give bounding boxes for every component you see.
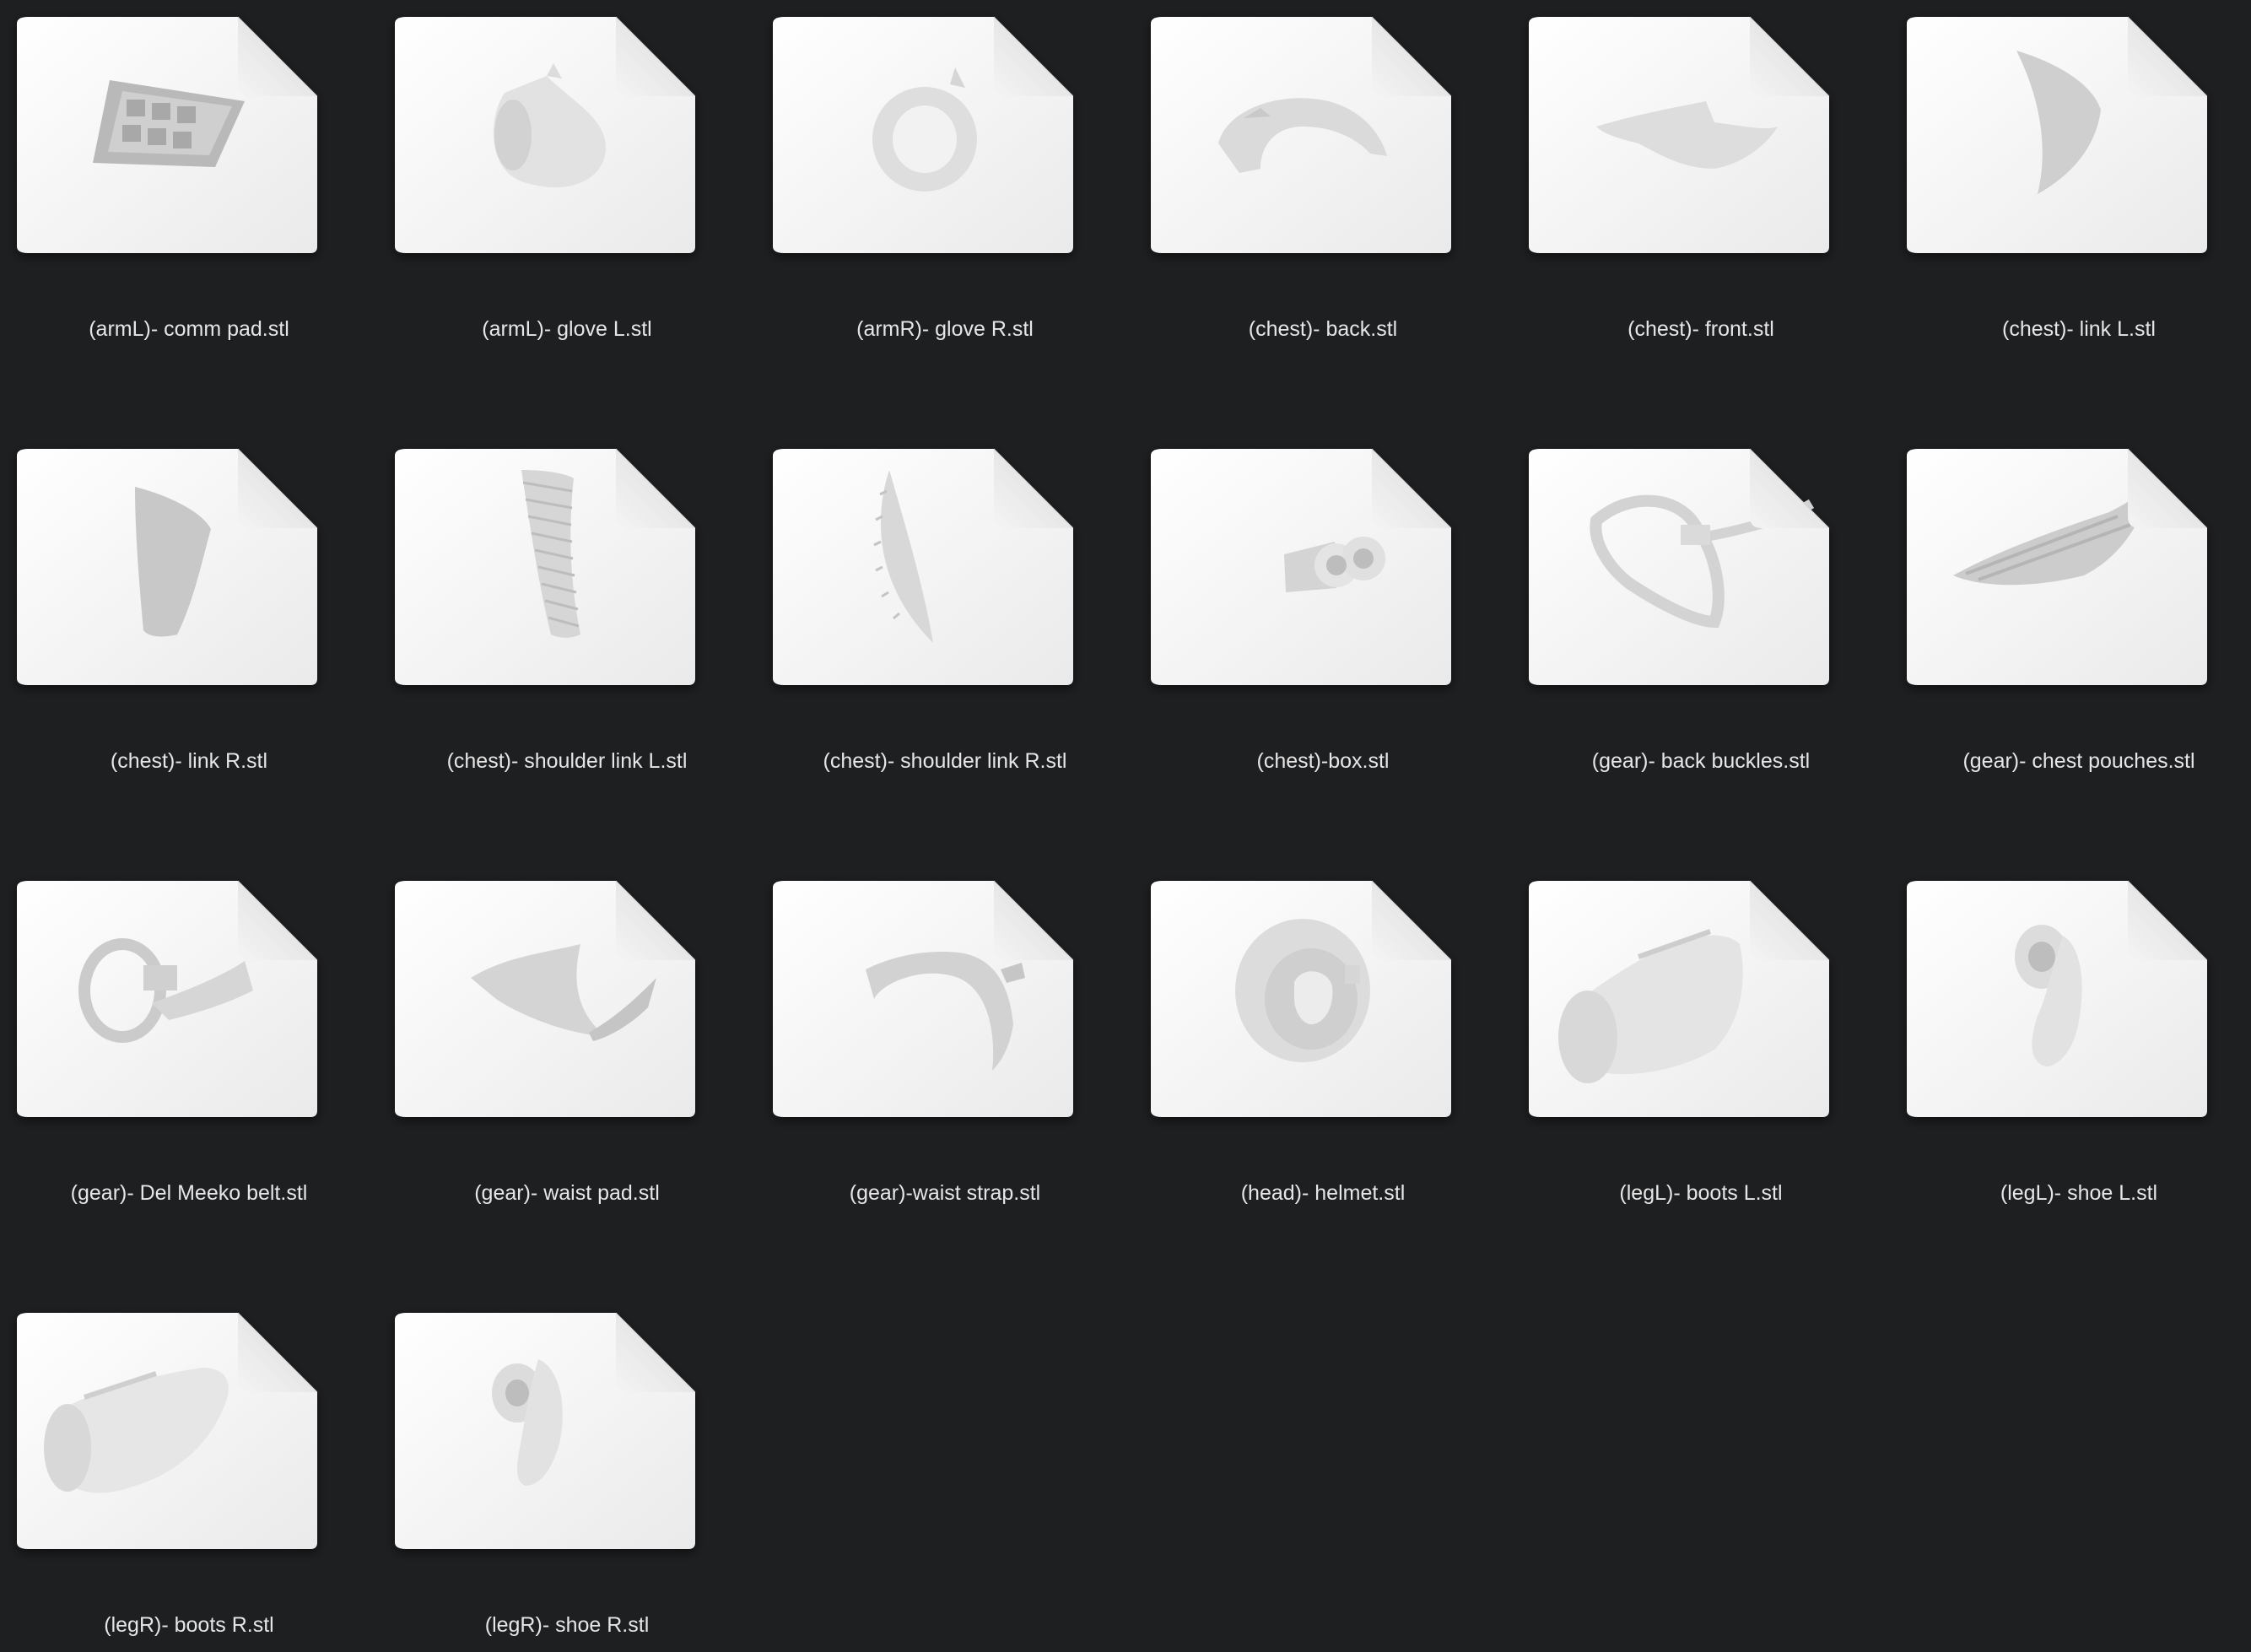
- stl-file-icon[interactable]: [378, 0, 756, 270]
- file-name-label: (legR)- boots R.stl: [104, 1613, 274, 1637]
- stl-file-icon[interactable]: [1512, 432, 1890, 702]
- file-grid: (armL)- comm pad.stl (armL)- glove L.stl: [0, 0, 2251, 1652]
- file-item[interactable]: (armL)- glove L.stl: [378, 0, 756, 341]
- stl-file-icon[interactable]: [1134, 0, 1512, 270]
- file-item[interactable]: (gear)-waist strap.stl: [756, 864, 1134, 1205]
- stl-file-icon[interactable]: [1512, 864, 1890, 1134]
- file-name-label: (gear)-waist strap.stl: [849, 1181, 1041, 1205]
- file-name-label: (gear)- Del Meeko belt.stl: [70, 1181, 308, 1205]
- stl-file-icon[interactable]: [378, 432, 756, 702]
- stl-file-icon[interactable]: [0, 0, 378, 270]
- file-name-label: (legR)- shoe R.stl: [484, 1613, 650, 1637]
- stl-file-icon[interactable]: [0, 864, 378, 1134]
- file-name-label: (chest)- back.stl: [1248, 317, 1398, 341]
- file-name-label: (chest)- link L.stl: [2002, 317, 2156, 341]
- file-item[interactable]: (armL)- comm pad.stl: [0, 0, 378, 341]
- file-name-label: (armR)- glove R.stl: [856, 317, 1034, 341]
- file-name-label: (gear)- chest pouches.stl: [1962, 749, 2195, 773]
- file-item[interactable]: (legR)- shoe R.stl: [378, 1296, 756, 1637]
- file-item[interactable]: (chest)- front.stl: [1512, 0, 1890, 341]
- file-name-label: (gear)- back buckles.stl: [1591, 749, 1811, 773]
- file-item[interactable]: (legR)- boots R.stl: [0, 1296, 378, 1637]
- file-name-label: (legL)- shoe L.stl: [2000, 1181, 2158, 1205]
- file-name-label: (chest)-box.stl: [1256, 749, 1390, 773]
- file-item[interactable]: (chest)- back.stl: [1134, 0, 1512, 341]
- stl-file-icon[interactable]: [1134, 864, 1512, 1134]
- stl-file-icon[interactable]: [1134, 432, 1512, 702]
- file-item[interactable]: (gear)- chest pouches.stl: [1890, 432, 2251, 773]
- file-item[interactable]: (gear)- back buckles.stl: [1512, 432, 1890, 773]
- stl-file-icon[interactable]: [1890, 432, 2251, 702]
- stl-file-icon[interactable]: [1890, 0, 2251, 270]
- file-name-label: (chest)- shoulder link R.stl: [823, 749, 1067, 773]
- file-name-label: (chest)- link R.stl: [110, 749, 268, 773]
- file-item[interactable]: (head)- helmet.stl: [1134, 864, 1512, 1205]
- stl-file-icon[interactable]: [0, 432, 378, 702]
- file-item[interactable]: (gear)- Del Meeko belt.stl: [0, 864, 378, 1205]
- stl-file-icon[interactable]: [378, 1296, 756, 1566]
- file-item[interactable]: (legL)- shoe L.stl: [1890, 864, 2251, 1205]
- file-item[interactable]: (chest)- shoulder link R.stl: [756, 432, 1134, 773]
- stl-file-icon[interactable]: [1512, 0, 1890, 270]
- file-name-label: (legL)- boots L.stl: [1619, 1181, 1783, 1205]
- file-item[interactable]: (chest)- link R.stl: [0, 432, 378, 773]
- stl-file-icon[interactable]: [1890, 864, 2251, 1134]
- file-name-label: (head)- helmet.stl: [1240, 1181, 1406, 1205]
- file-item[interactable]: (legL)- boots L.stl: [1512, 864, 1890, 1205]
- file-item[interactable]: (chest)-box.stl: [1134, 432, 1512, 773]
- file-item[interactable]: (chest)- shoulder link L.stl: [378, 432, 756, 773]
- file-name-label: (chest)- front.stl: [1628, 317, 1774, 341]
- file-name-label: (armL)- glove L.stl: [482, 317, 652, 341]
- file-name-label: (chest)- shoulder link L.stl: [446, 749, 688, 773]
- stl-file-icon[interactable]: [756, 0, 1134, 270]
- file-name-label: (armL)- comm pad.stl: [89, 317, 289, 341]
- file-name-label: (gear)- waist pad.stl: [474, 1181, 660, 1205]
- file-item[interactable]: (gear)- waist pad.stl: [378, 864, 756, 1205]
- file-item[interactable]: (chest)- link L.stl: [1890, 0, 2251, 341]
- stl-file-icon[interactable]: [756, 432, 1134, 702]
- stl-file-icon[interactable]: [756, 864, 1134, 1134]
- file-item[interactable]: (armR)- glove R.stl: [756, 0, 1134, 341]
- stl-file-icon[interactable]: [0, 1296, 378, 1566]
- stl-file-icon[interactable]: [378, 864, 756, 1134]
